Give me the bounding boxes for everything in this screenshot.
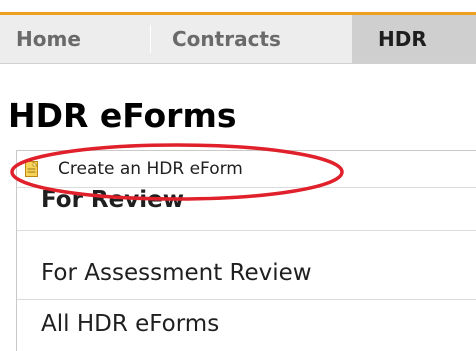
eforms-menu: Create an HDR eForm For Review For Asses…: [16, 150, 476, 351]
create-eform-label: Create an HDR eForm: [58, 159, 243, 179]
tab-hdr-label: HDR: [378, 27, 427, 51]
for-assessment-review-link[interactable]: For Assessment Review: [17, 247, 476, 300]
create-eform-link[interactable]: Create an HDR eForm: [17, 151, 476, 188]
document-icon: [25, 161, 38, 177]
tab-home-label: Home: [16, 27, 81, 51]
for-review-link[interactable]: For Review: [17, 188, 476, 231]
page-title: HDR eForms: [8, 96, 237, 135]
all-eforms-label: All HDR eForms: [41, 311, 220, 337]
for-review-label: For Review: [41, 188, 184, 213]
tab-bar: Home Contracts HDR: [0, 15, 476, 64]
for-assessment-review-label: For Assessment Review: [41, 260, 312, 286]
tab-contracts-label: Contracts: [172, 27, 281, 51]
tab-separator: [150, 25, 151, 53]
tab-contracts[interactable]: Contracts: [172, 15, 352, 63]
all-eforms-link[interactable]: All HDR eForms: [17, 299, 476, 351]
tab-home[interactable]: Home: [16, 15, 146, 63]
tab-hdr[interactable]: HDR: [352, 15, 476, 63]
